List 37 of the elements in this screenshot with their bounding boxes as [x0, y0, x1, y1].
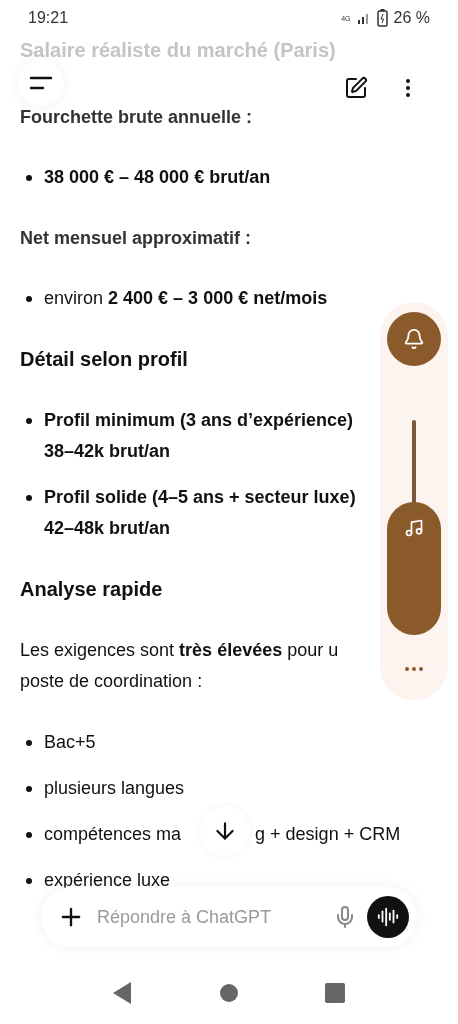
back-icon[interactable]	[113, 982, 133, 1004]
bullet-text: plusieurs langues	[44, 777, 185, 800]
bullet-text: Bac+5	[44, 731, 96, 754]
bullet-dot	[26, 296, 32, 302]
bullet-text: Profil minimum (3 ans d’expérience) 38–42k brut/an	[44, 409, 354, 463]
clock: 19:21	[28, 9, 69, 27]
bullet-dot	[26, 175, 32, 181]
section-heading: Analyse rapide	[20, 577, 164, 602]
section-heading: Détail selon profil	[20, 347, 189, 372]
bullet-text: 38 000 € – 48 000 € brut/an	[44, 166, 271, 189]
home-icon[interactable]	[219, 983, 239, 1003]
bullet-dot	[26, 786, 32, 792]
bell-icon	[403, 328, 425, 350]
voice-mode-button[interactable]	[367, 896, 409, 938]
message-field[interactable]: Répondre à ChatGPT	[95, 905, 323, 929]
bell-button[interactable]	[387, 312, 441, 366]
bullet-text: environ 2 400 € – 3 000 € net/mois	[44, 287, 328, 310]
battery-icon	[376, 9, 388, 27]
bullet-text: g + design + CRM	[255, 824, 401, 844]
bullet-text: compétences ma	[44, 824, 182, 844]
bullet-dot	[26, 418, 32, 424]
faded-heading: Salaire réaliste du marché (Paris)	[20, 38, 336, 62]
music-note-icon	[404, 517, 424, 538]
volume-slider[interactable]	[387, 420, 441, 635]
bullet-dot	[26, 495, 32, 501]
signal-icon	[356, 12, 371, 24]
bullet-text: expérience luxe	[44, 869, 171, 892]
bullet-dot	[26, 740, 32, 746]
section-label: Fourchette brute annuelle :	[20, 106, 254, 129]
paragraph: Les exigences sont très élevées pour u poste de coordination :	[20, 639, 339, 693]
bullet-dot	[26, 832, 32, 838]
section-label: Net mensuel approximatif :	[20, 227, 253, 250]
battery-percent: 26 %	[393, 9, 430, 27]
bullet-text: Profil solide (4–5 ans + secteur luxe) 42–48k brut/an	[44, 486, 356, 540]
menu-icon	[29, 76, 53, 90]
waveform-icon	[377, 906, 399, 928]
bullet-dot	[26, 878, 32, 884]
